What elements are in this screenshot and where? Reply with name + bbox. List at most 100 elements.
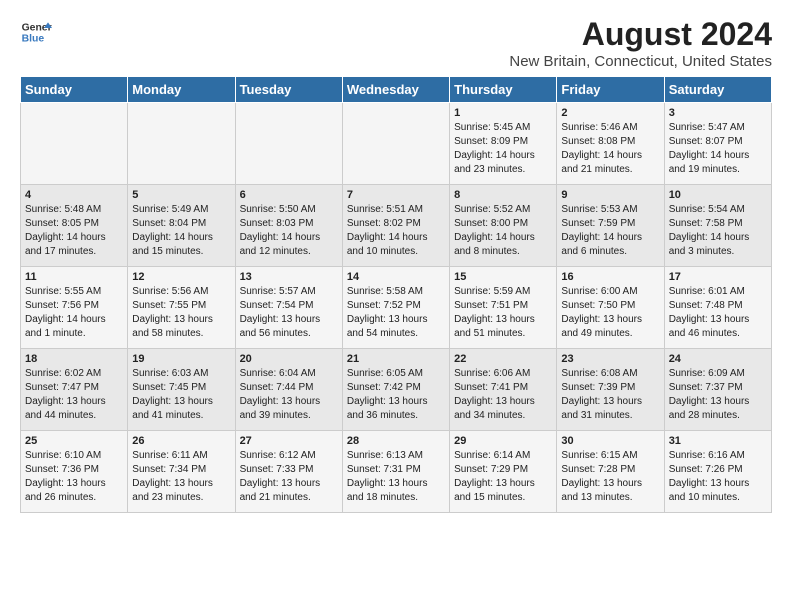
calendar-cell: 8 Sunrise: 5:52 AM Sunset: 8:00 PM Daylig… [450,185,557,267]
day-number: 27 [240,435,338,447]
header-cell-wednesday: Wednesday [342,77,449,103]
day-info: Sunrise: 5:56 AM Sunset: 7:55 PM Dayligh… [132,285,230,341]
header: General Blue August 2024 New Britain, Co… [20,16,772,70]
day-info: Sunrise: 5:48 AM Sunset: 8:05 PM Dayligh… [25,203,123,259]
calendar-body: 1 Sunrise: 5:45 AM Sunset: 8:09 PM Daylig… [21,103,772,513]
day-number: 23 [561,353,659,365]
calendar-cell: 13 Sunrise: 5:57 AM Sunset: 7:54 PM Dayli… [235,267,342,349]
main-title: August 2024 [509,16,772,53]
week-row-1: 1 Sunrise: 5:45 AM Sunset: 8:09 PM Daylig… [21,103,772,185]
calendar-cell: 16 Sunrise: 6:00 AM Sunset: 7:50 PM Dayli… [557,267,664,349]
header-cell-thursday: Thursday [450,77,557,103]
calendar-cell: 1 Sunrise: 5:45 AM Sunset: 8:09 PM Daylig… [450,103,557,185]
calendar-cell: 14 Sunrise: 5:58 AM Sunset: 7:52 PM Dayli… [342,267,449,349]
day-number: 26 [132,435,230,447]
week-row-5: 25 Sunrise: 6:10 AM Sunset: 7:36 PM Dayli… [21,431,772,513]
day-info: Sunrise: 6:03 AM Sunset: 7:45 PM Dayligh… [132,367,230,423]
day-info: Sunrise: 6:15 AM Sunset: 7:28 PM Dayligh… [561,449,659,505]
day-number: 12 [132,271,230,283]
calendar-cell: 3 Sunrise: 5:47 AM Sunset: 8:07 PM Daylig… [664,103,771,185]
calendar-cell: 27 Sunrise: 6:12 AM Sunset: 7:33 PM Dayli… [235,431,342,513]
week-row-2: 4Sunrise: 5:48 AM Sunset: 8:05 PM Daylig… [21,185,772,267]
day-number: 10 [669,189,767,201]
subtitle: New Britain, Connecticut, United States [509,53,772,70]
header-cell-monday: Monday [128,77,235,103]
day-number: 11 [25,271,123,283]
day-info: Sunrise: 6:02 AM Sunset: 7:47 PM Dayligh… [25,367,123,423]
header-cell-sunday: Sunday [21,77,128,103]
day-info: Sunrise: 6:13 AM Sunset: 7:31 PM Dayligh… [347,449,445,505]
logo-icon: General Blue [20,16,52,48]
calendar-cell [342,103,449,185]
calendar-cell: 24 Sunrise: 6:09 AM Sunset: 7:37 PM Dayli… [664,349,771,431]
day-number: 1 [454,107,552,119]
week-row-4: 18 Sunrise: 6:02 AM Sunset: 7:47 PM Dayli… [21,349,772,431]
day-number: 3 [669,107,767,119]
day-info: Sunrise: 5:55 AM Sunset: 7:56 PM Dayligh… [25,285,123,341]
calendar-cell: 7Sunrise: 5:51 AM Sunset: 8:02 PM Daylig… [342,185,449,267]
calendar-cell [128,103,235,185]
header-cell-saturday: Saturday [664,77,771,103]
day-number: 21 [347,353,445,365]
day-number: 16 [561,271,659,283]
header-row: SundayMondayTuesdayWednesdayThursdayFrid… [21,77,772,103]
calendar-header: SundayMondayTuesdayWednesdayThursdayFrid… [21,77,772,103]
calendar-cell: 15Sunrise: 5:59 AM Sunset: 7:51 PM Dayli… [450,267,557,349]
calendar-cell: 19 Sunrise: 6:03 AM Sunset: 7:45 PM Dayli… [128,349,235,431]
day-info: Sunrise: 6:00 AM Sunset: 7:50 PM Dayligh… [561,285,659,341]
day-number: 19 [132,353,230,365]
day-info: Sunrise: 6:04 AM Sunset: 7:44 PM Dayligh… [240,367,338,423]
day-info: Sunrise: 6:01 AM Sunset: 7:48 PM Dayligh… [669,285,767,341]
day-number: 5 [132,189,230,201]
calendar-cell: 29Sunrise: 6:14 AM Sunset: 7:29 PM Dayli… [450,431,557,513]
week-row-3: 11 Sunrise: 5:55 AM Sunset: 7:56 PM Dayli… [21,267,772,349]
calendar-cell [21,103,128,185]
calendar-cell [235,103,342,185]
day-number: 8 [454,189,552,201]
calendar-cell: 6Sunrise: 5:50 AM Sunset: 8:03 PM Daylig… [235,185,342,267]
calendar-cell: 31Sunrise: 6:16 AM Sunset: 7:26 PM Dayli… [664,431,771,513]
day-info: Sunrise: 5:58 AM Sunset: 7:52 PM Dayligh… [347,285,445,341]
day-info: Sunrise: 6:05 AM Sunset: 7:42 PM Dayligh… [347,367,445,423]
day-number: 25 [25,435,123,447]
day-number: 18 [25,353,123,365]
day-number: 24 [669,353,767,365]
day-number: 22 [454,353,552,365]
day-number: 2 [561,107,659,119]
day-info: Sunrise: 5:47 AM Sunset: 8:07 PM Dayligh… [669,121,767,177]
day-info: Sunrise: 6:06 AM Sunset: 7:41 PM Dayligh… [454,367,552,423]
day-info: Sunrise: 6:10 AM Sunset: 7:36 PM Dayligh… [25,449,123,505]
day-number: 28 [347,435,445,447]
title-block: August 2024 New Britain, Connecticut, Un… [509,16,772,70]
day-info: Sunrise: 5:46 AM Sunset: 8:08 PM Dayligh… [561,121,659,177]
day-number: 6 [240,189,338,201]
day-number: 20 [240,353,338,365]
calendar-cell: 12 Sunrise: 5:56 AM Sunset: 7:55 PM Dayli… [128,267,235,349]
day-info: Sunrise: 5:49 AM Sunset: 8:04 PM Dayligh… [132,203,230,259]
day-number: 7 [347,189,445,201]
calendar-cell: 28 Sunrise: 6:13 AM Sunset: 7:31 PM Dayli… [342,431,449,513]
day-info: Sunrise: 6:09 AM Sunset: 7:37 PM Dayligh… [669,367,767,423]
calendar-cell: 23 Sunrise: 6:08 AM Sunset: 7:39 PM Dayli… [557,349,664,431]
header-cell-tuesday: Tuesday [235,77,342,103]
calendar-cell: 30Sunrise: 6:15 AM Sunset: 7:28 PM Dayli… [557,431,664,513]
calendar-table: SundayMondayTuesdayWednesdayThursdayFrid… [20,76,772,513]
day-info: Sunrise: 6:08 AM Sunset: 7:39 PM Dayligh… [561,367,659,423]
calendar-cell: 4Sunrise: 5:48 AM Sunset: 8:05 PM Daylig… [21,185,128,267]
day-info: Sunrise: 5:53 AM Sunset: 7:59 PM Dayligh… [561,203,659,259]
calendar-cell: 11 Sunrise: 5:55 AM Sunset: 7:56 PM Dayli… [21,267,128,349]
calendar-cell: 17Sunrise: 6:01 AM Sunset: 7:48 PM Dayli… [664,267,771,349]
calendar-cell: 21 Sunrise: 6:05 AM Sunset: 7:42 PM Dayli… [342,349,449,431]
day-info: Sunrise: 5:52 AM Sunset: 8:00 PM Dayligh… [454,203,552,259]
day-info: Sunrise: 6:12 AM Sunset: 7:33 PM Dayligh… [240,449,338,505]
day-info: Sunrise: 5:59 AM Sunset: 7:51 PM Dayligh… [454,285,552,341]
day-number: 31 [669,435,767,447]
day-info: Sunrise: 5:45 AM Sunset: 8:09 PM Dayligh… [454,121,552,177]
day-info: Sunrise: 5:57 AM Sunset: 7:54 PM Dayligh… [240,285,338,341]
header-cell-friday: Friday [557,77,664,103]
day-number: 14 [347,271,445,283]
day-info: Sunrise: 6:11 AM Sunset: 7:34 PM Dayligh… [132,449,230,505]
calendar-cell: 25 Sunrise: 6:10 AM Sunset: 7:36 PM Dayli… [21,431,128,513]
day-number: 13 [240,271,338,283]
svg-text:Blue: Blue [22,34,45,45]
